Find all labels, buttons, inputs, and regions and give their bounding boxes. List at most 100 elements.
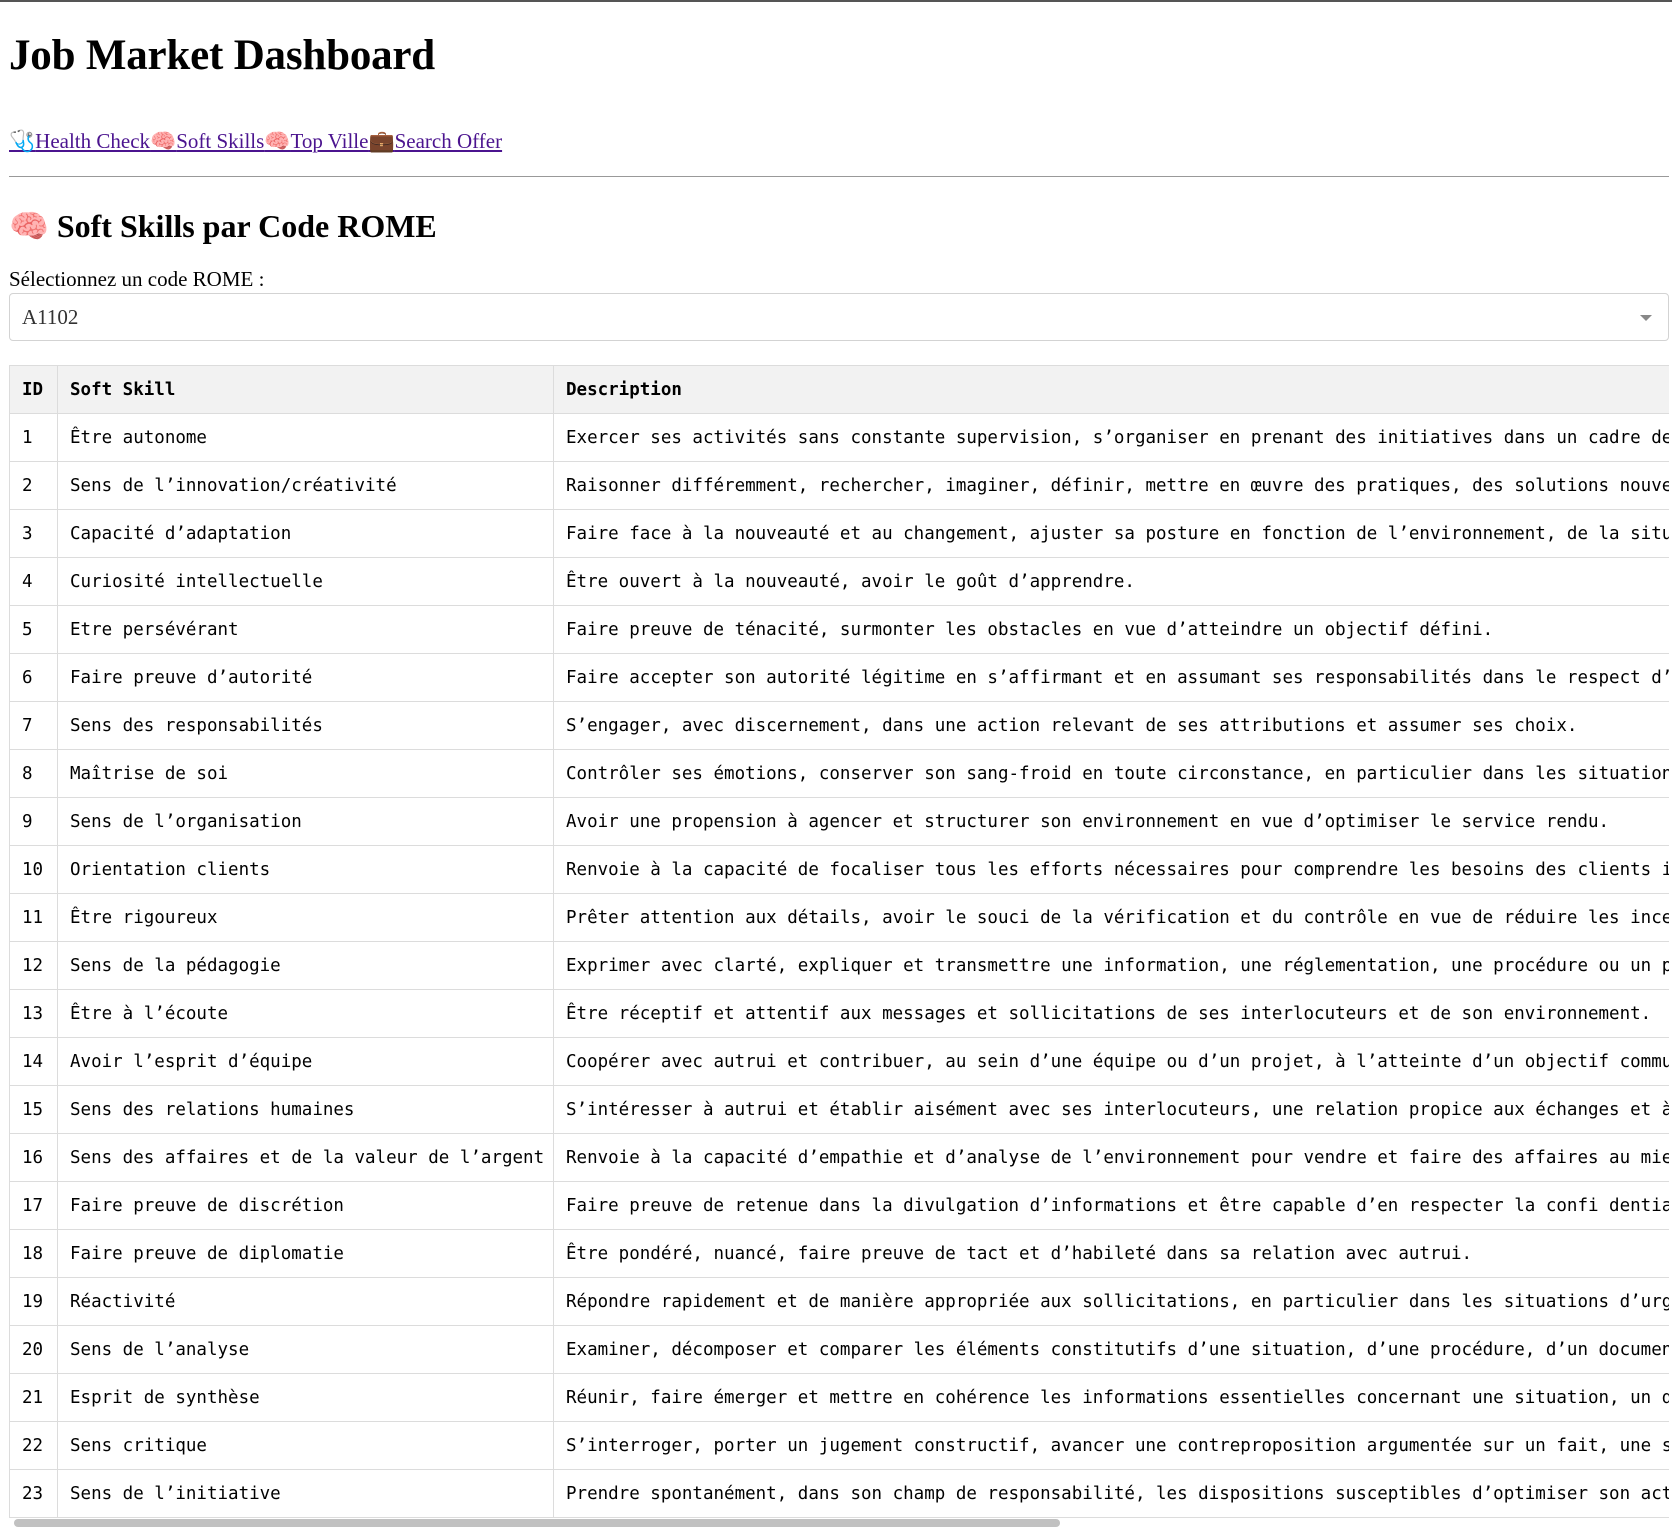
table-header-row: ID Soft Skill Description	[9, 365, 1669, 414]
table-row: 6 Faire preuve d’autorité Faire accepter s…	[9, 653, 1669, 702]
cell-soft-skill: Sens des relations humaines	[57, 1085, 554, 1134]
nav-link-search-offer[interactable]: 💼Search Offer	[368, 129, 502, 153]
cell-soft-skill: Faire preuve de discrétion	[57, 1181, 554, 1230]
table-row: 23 Sens de l’initiative Prendre spontanéme…	[9, 1469, 1669, 1518]
cell-description: Renvoie à la capacité de focaliser tous …	[553, 845, 1669, 894]
cell-soft-skill: Esprit de synthèse	[57, 1373, 554, 1422]
cell-id: 12	[9, 941, 58, 990]
cell-id: 1	[9, 413, 58, 462]
nav-link-label: Health Check	[35, 129, 151, 153]
table-row: 4 Curiosité intellectuelle Être ouvert à l…	[9, 557, 1669, 606]
cell-description: S’engager, avec discernement, dans une a…	[553, 701, 1669, 750]
cell-id: 2	[9, 461, 58, 510]
nav-link-top-ville[interactable]: 🧠Top Ville	[264, 129, 368, 153]
cell-id: 3	[9, 509, 58, 558]
nav-bar: 🩺Health Check🧠Soft Skills🧠Top Ville💼Sear…	[9, 128, 1664, 154]
column-header-soft-skill: Soft Skill	[57, 365, 554, 414]
brain-icon: 🧠	[264, 129, 291, 153]
cell-soft-skill: Être rigoureux	[57, 893, 554, 942]
soft-skills-table-container[interactable]: ID Soft Skill Description 1 Être autonome…	[9, 365, 1669, 1518]
cell-id: 10	[9, 845, 58, 894]
rome-code-select[interactable]: A1102	[9, 293, 1669, 341]
nav-link-health-check[interactable]: 🩺Health Check	[9, 129, 150, 153]
cell-id: 11	[9, 893, 58, 942]
cell-description: Raisonner différemment, rechercher, imag…	[553, 461, 1669, 510]
cell-description: Faire preuve de ténacité, surmonter les …	[553, 605, 1669, 654]
cell-id: 21	[9, 1373, 58, 1422]
table-row: 17 Faire preuve de discrétion Faire preuve…	[9, 1181, 1669, 1230]
table-row: 14 Avoir l’esprit d’équipe Coopérer avec a…	[9, 1037, 1669, 1086]
table-row: 20 Sens de l’analyse Examiner, décomposer …	[9, 1325, 1669, 1374]
cell-id: 6	[9, 653, 58, 702]
cell-soft-skill: Avoir l’esprit d’équipe	[57, 1037, 554, 1086]
cell-description: Coopérer avec autrui et contribuer, au s…	[553, 1037, 1669, 1086]
cell-description: Avoir une propension à agencer et struct…	[553, 797, 1669, 846]
horizontal-scrollbar[interactable]	[14, 1519, 1060, 1527]
briefcase-icon: 💼	[368, 129, 395, 153]
chevron-down-icon	[1640, 315, 1652, 321]
cell-description: Faire preuve de retenue dans la divulgat…	[553, 1181, 1669, 1230]
table-row: 21 Esprit de synthèse Réunir, faire émerge…	[9, 1373, 1669, 1422]
nav-link-label: Top Ville	[290, 129, 369, 153]
brain-icon: 🧠	[150, 129, 177, 153]
cell-soft-skill: Sens des responsabilités	[57, 701, 554, 750]
cell-id: 16	[9, 1133, 58, 1182]
cell-id: 13	[9, 989, 58, 1038]
table-row: 9 Sens de l’organisation Avoir une propens…	[9, 797, 1669, 846]
cell-id: 9	[9, 797, 58, 846]
cell-description: Faire face à la nouveauté et au changeme…	[553, 509, 1669, 558]
nav-link-label: Search Offer	[394, 129, 503, 153]
cell-soft-skill: Sens de la pédagogie	[57, 941, 554, 990]
cell-soft-skill: Capacité d’adaptation	[57, 509, 554, 558]
section-title: 🧠 Soft Skills par Code ROME	[9, 206, 1664, 246]
table-row: 5 Etre persévérant Faire preuve de ténacit…	[9, 605, 1669, 654]
cell-description: Être ouvert à la nouveauté, avoir le goû…	[553, 557, 1669, 606]
table-row: 1 Être autonome Exercer ses activités sans…	[9, 413, 1669, 462]
cell-soft-skill: Être autonome	[57, 413, 554, 462]
cell-id: 15	[9, 1085, 58, 1134]
cell-id: 18	[9, 1229, 58, 1278]
table-row: 2 Sens de l’innovation/créativité Raisonne…	[9, 461, 1669, 510]
section-title-text: Soft Skills par Code ROME	[56, 208, 437, 244]
divider	[9, 176, 1669, 177]
table-row: 22 Sens critique S’interroger, porter un j…	[9, 1421, 1669, 1470]
stethoscope-icon: 🩺	[9, 129, 36, 153]
cell-soft-skill: Curiosité intellectuelle	[57, 557, 554, 606]
cell-description: Réunir, faire émerger et mettre en cohér…	[553, 1373, 1669, 1422]
cell-soft-skill: Faire preuve d’autorité	[57, 653, 554, 702]
cell-description: S’interroger, porter un jugement constru…	[553, 1421, 1669, 1470]
cell-id: 7	[9, 701, 58, 750]
cell-description: Contrôler ses émotions, conserver son sa…	[553, 749, 1669, 798]
page: Job Market Dashboard 🩺Health Check🧠Soft …	[0, 30, 1672, 1518]
column-header-id: ID	[9, 365, 58, 414]
cell-description: Exercer ses activités sans constante sup…	[553, 413, 1669, 462]
cell-soft-skill: Maîtrise de soi	[57, 749, 554, 798]
cell-soft-skill: Sens critique	[57, 1421, 554, 1470]
table-row: 3 Capacité d’adaptation Faire face à la no…	[9, 509, 1669, 558]
cell-soft-skill: Être à l’écoute	[57, 989, 554, 1038]
cell-id: 20	[9, 1325, 58, 1374]
cell-id: 17	[9, 1181, 58, 1230]
cell-id: 5	[9, 605, 58, 654]
cell-id: 8	[9, 749, 58, 798]
soft-skills-table: ID Soft Skill Description 1 Être autonome…	[9, 365, 1669, 1518]
cell-description: Répondre rapidement et de manière approp…	[553, 1277, 1669, 1326]
table-row: 13 Être à l’écoute Être réceptif et attent…	[9, 989, 1669, 1038]
cell-soft-skill: Sens de l’initiative	[57, 1469, 554, 1518]
nav-link-label: Soft Skills	[176, 129, 265, 153]
cell-description: Renvoie à la capacité d’empathie et d’an…	[553, 1133, 1669, 1182]
cell-id: 23	[9, 1469, 58, 1518]
cell-description: Prendre spontanément, dans son champ de …	[553, 1469, 1669, 1518]
cell-soft-skill: Faire preuve de diplomatie	[57, 1229, 554, 1278]
cell-description: Prêter attention aux détails, avoir le s…	[553, 893, 1669, 942]
page-title: Job Market Dashboard	[9, 32, 436, 79]
cell-description: Être réceptif et attentif aux messages e…	[553, 989, 1669, 1038]
table-row: 19 Réactivité Répondre rapidement et de ma…	[9, 1277, 1669, 1326]
cell-soft-skill: Sens des affaires et de la valeur de l’a…	[57, 1133, 554, 1182]
table-row: 15 Sens des relations humaines S’intéresse…	[9, 1085, 1669, 1134]
column-header-description: Description	[553, 365, 1669, 414]
cell-description: S’intéresser à autrui et établir aisémen…	[553, 1085, 1669, 1134]
rome-select-value: A1102	[22, 304, 79, 329]
cell-id: 19	[9, 1277, 58, 1326]
nav-link-soft-skills[interactable]: 🧠Soft Skills	[150, 129, 264, 153]
